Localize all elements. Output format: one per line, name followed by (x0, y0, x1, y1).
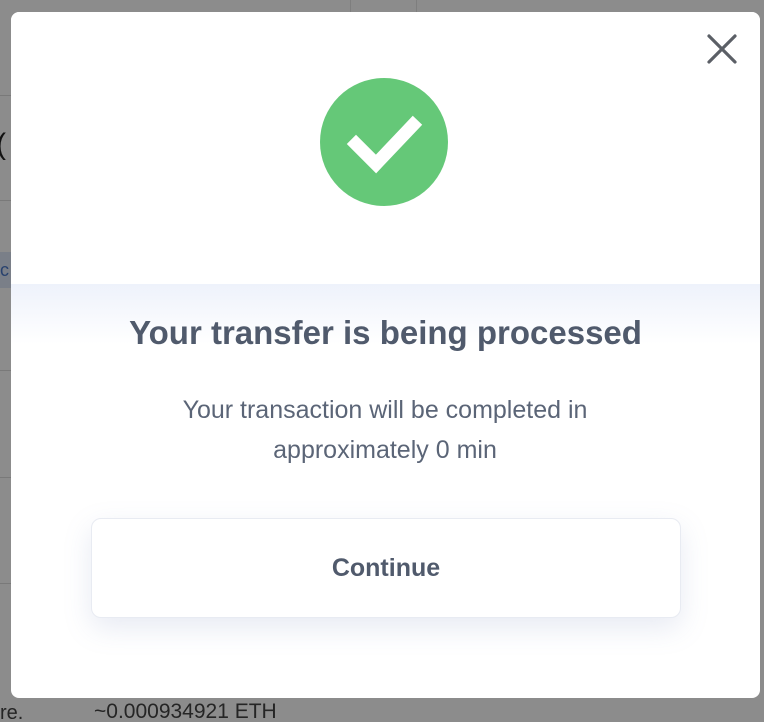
transfer-status-modal: Your transfer is being processed Your tr… (11, 12, 760, 698)
close-icon (707, 34, 737, 64)
continue-button[interactable]: Continue (91, 518, 681, 618)
checkmark-icon (346, 115, 423, 174)
modal-title: Your transfer is being processed (129, 314, 642, 351)
continue-button-label: Continue (331, 553, 441, 582)
modal-message: Your transaction will be completed in ap… (182, 396, 588, 464)
checkmark-circle-icon (320, 78, 448, 206)
close-button[interactable] (705, 32, 739, 66)
